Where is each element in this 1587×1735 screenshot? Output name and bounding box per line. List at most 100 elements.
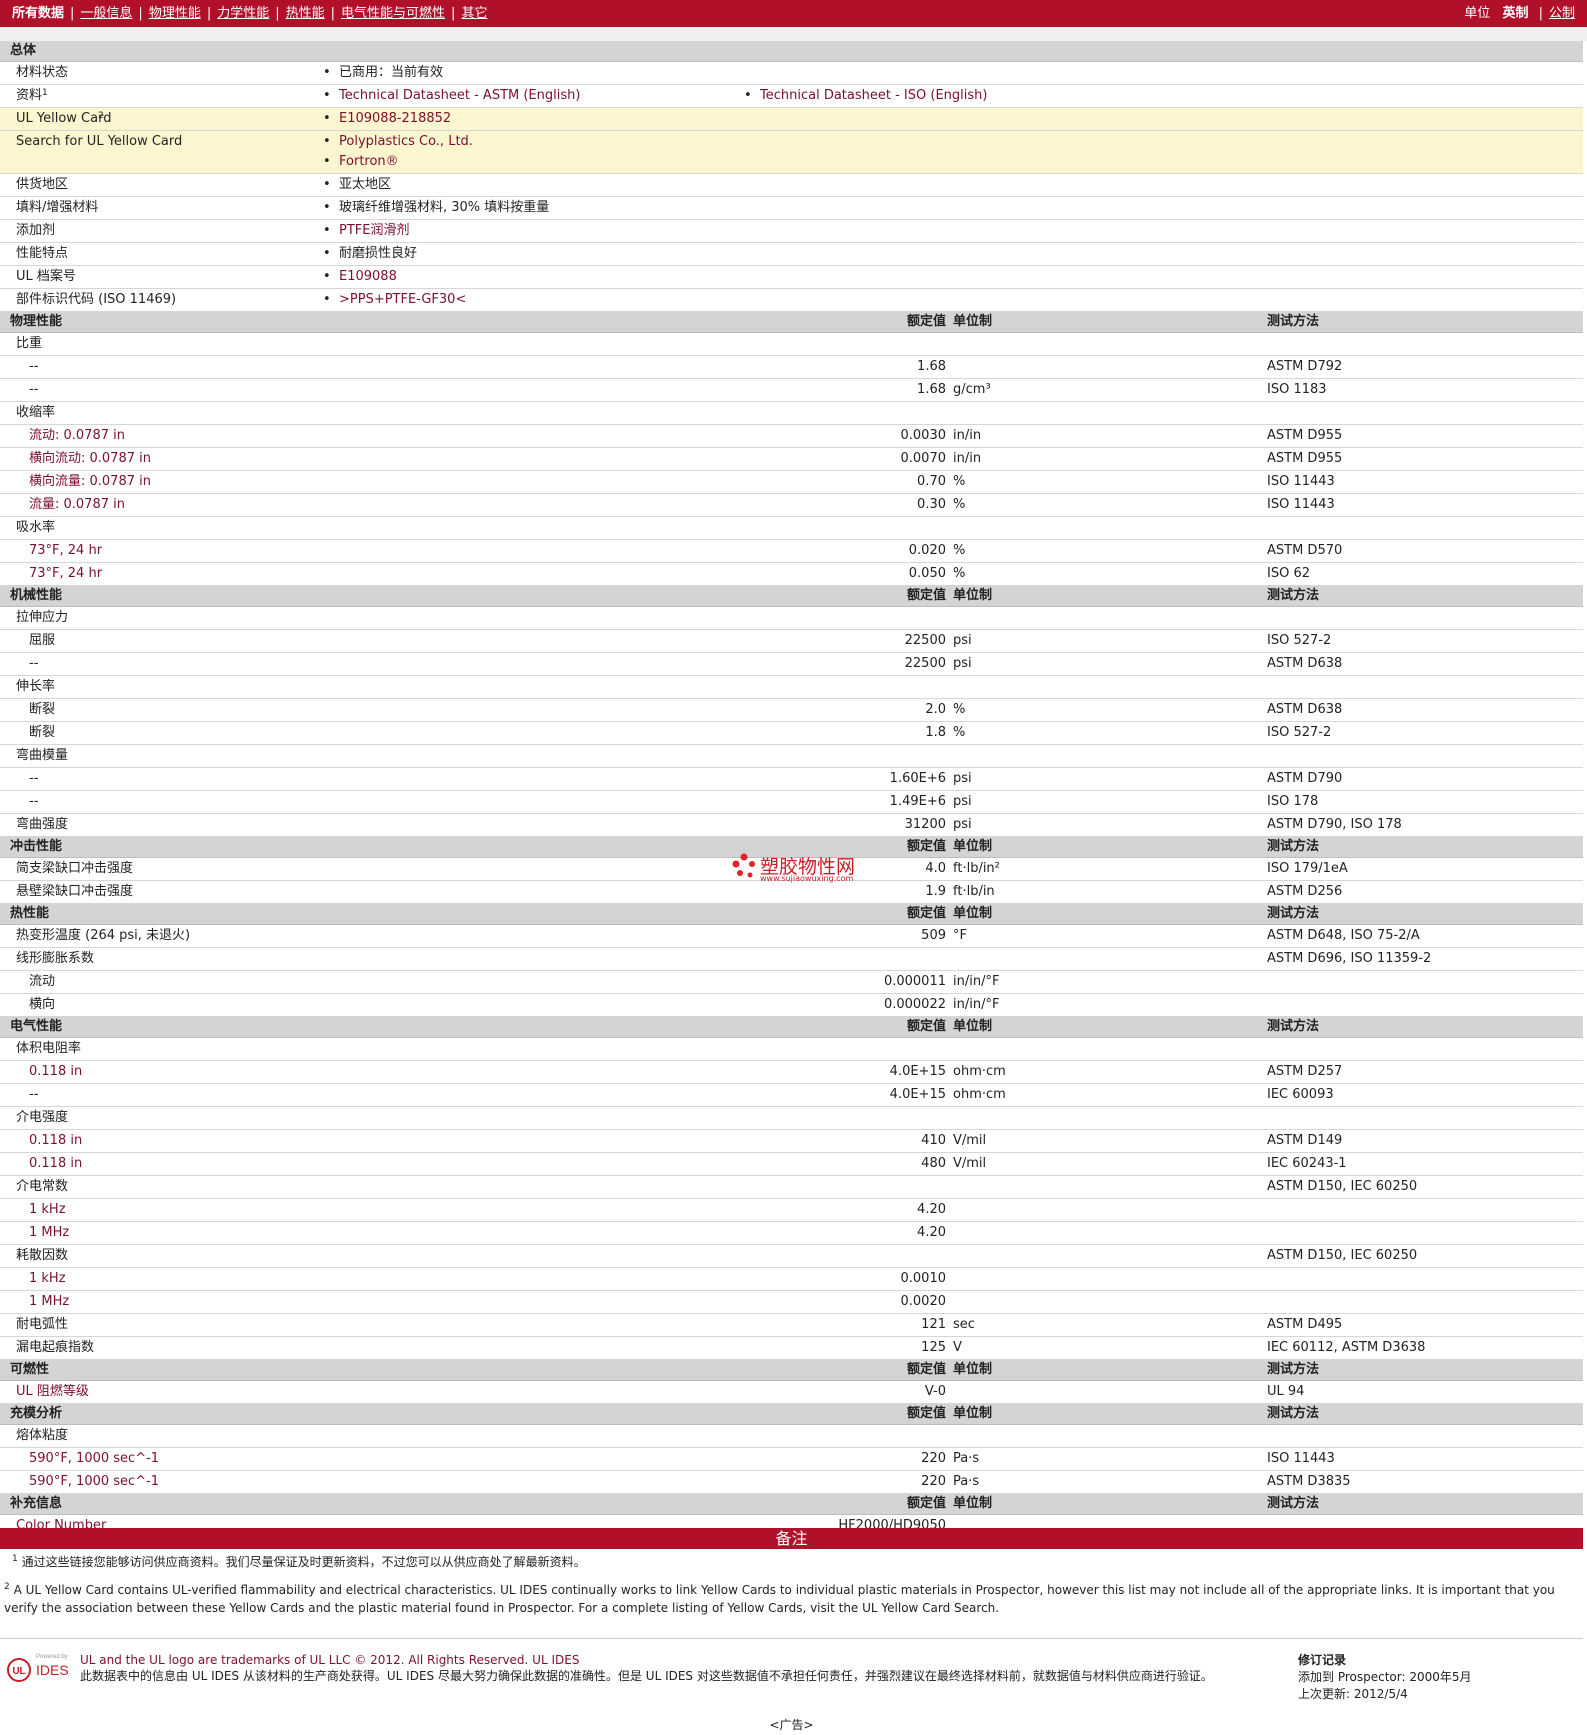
unit-imperial: 英制 [1502,6,1529,21]
property-name: 热变形温度 (264 psi, 未退火) [16,928,191,943]
electrical-row: 耗散因数 ASTM D150, IEC 60250 [0,1245,1583,1268]
thermal-row: 横向 0.000022 in/in/°F [0,994,1583,1017]
property-name: 流量: 0.0787 in [29,497,125,512]
property-unit: in/in/°F [953,974,1000,989]
property-value: 0.30 [917,497,946,512]
test-method: ASTM D149 [1267,1133,1343,1148]
value-item-2[interactable]: Fortron® [323,151,399,173]
value-item[interactable]: >PPS+PTFE-GF30< [323,289,466,311]
header-value: 额定值 [906,839,946,854]
property-value: 0.050 [908,566,946,581]
test-method: ASTM D495 [1267,1317,1343,1332]
test-method: ISO 179/1eA [1267,861,1348,876]
ad-label: <广告> [769,1718,814,1732]
header-unit: 单位制 [953,1019,993,1034]
section-header-general: 总体 [0,41,1583,62]
nav-tab-6[interactable]: 其它 [461,6,487,21]
general-row: 添加剂 PTFE润滑剂 [0,220,1583,243]
property-value: 480 [921,1156,946,1171]
test-method: ISO 527-2 [1267,633,1332,648]
electrical-row: 介电常数 ASTM D150, IEC 60250 [0,1176,1583,1199]
revision-added: 添加到 Prospector: 2000年5月 [1298,1670,1472,1684]
value-item-2[interactable]: Technical Datasheet - ISO (English) [744,85,988,107]
electrical-row: 0.118 in 480 V/mil IEC 60243-1 [0,1153,1583,1176]
nav-tab-4[interactable]: 热性能 [286,6,325,21]
unit-metric-link[interactable]: 公制 [1549,6,1575,21]
property-name: 性能特点 [16,246,69,261]
thermal-row: 热变形温度 (264 psi, 未退火) 509 °F ASTM D648, ISO … [0,925,1583,948]
section-title: 电气性能 [10,1019,63,1034]
property-unit: V [953,1340,962,1355]
property-value: 22500 [904,656,946,671]
property-value: 1.68 [917,382,946,397]
header-value: 额定值 [906,588,946,603]
section-header-electrical: 电气性能 额定值 单位制 测试方法 [0,1017,1583,1038]
property-unit: g/cm³ [953,382,991,397]
property-name: -- [29,656,39,671]
property-value: 0.0020 [900,1294,947,1309]
test-method: ASTM D150, IEC 60250 [1267,1248,1418,1263]
property-name: -- [29,382,39,397]
mechanical-row: -- 1.49E+6 psi ISO 178 [0,791,1583,814]
property-unit: % [953,566,966,581]
property-unit: psi [953,633,972,648]
nav-tab-3[interactable]: 力学性能 [217,6,269,21]
property-name: 横向流量: 0.0787 in [29,474,151,489]
electrical-row: -- 4.0E+15 ohm·cm IEC 60093 [0,1084,1583,1107]
mechanical-row: 屈服 22500 psi ISO 527-2 [0,630,1583,653]
property-value: 1.49E+6 [889,794,946,809]
property-value: 125 [921,1340,946,1355]
property-name: 弯曲强度 [16,817,69,832]
nav-tab-0[interactable]: 所有数据 [12,6,64,21]
fill-row: 熔体粘度 [0,1425,1583,1448]
property-unit: % [953,474,966,489]
property-name: 比重 [16,336,43,351]
test-method: ISO 11443 [1267,1451,1335,1466]
value-item[interactable]: Technical Datasheet - ASTM (English) [323,85,580,107]
property-name: 0.118 in [29,1133,83,1148]
header-test-method: 测试方法 [1267,1362,1320,1377]
property-name: 耐电弧性 [16,1317,69,1332]
electrical-row: 1 kHz 0.0010 [0,1268,1583,1291]
property-name: 1 kHz [29,1271,66,1286]
general-row: 材料状态 已商用：当前有效 [0,62,1583,85]
property-value: 0.000022 [883,997,946,1012]
property-name: 1 MHz [29,1294,70,1309]
value-item[interactable]: PTFE润滑剂 [323,220,410,242]
property-name: 收缩率 [16,405,56,420]
svg-text:Powered by: Powered by [36,1654,68,1660]
property-value: 0.020 [908,543,946,558]
value-item[interactable]: Polyplastics Co., Ltd. [323,131,473,153]
property-name: 供货地区 [16,177,69,192]
nav-tab-2[interactable]: 物理性能 [149,6,201,21]
physical-row: 吸水率 [0,517,1583,540]
electrical-row: 1 MHz 0.0020 [0,1291,1583,1314]
property-name: 材料状态 [16,65,69,80]
section-title: 总体 [10,43,37,58]
property-value: 1.68 [917,359,946,374]
header-test-method: 测试方法 [1267,1019,1320,1034]
property-value: 220 [921,1474,946,1489]
property-unit: psi [953,771,972,786]
nav-tab-5[interactable]: 电气性能与可燃性 [341,6,445,21]
value-item: 玻璃纤维增强材料, 30% 填料按重量 [323,197,549,219]
footer-divider [0,1638,1583,1639]
property-unit: in/in/°F [953,997,1000,1012]
test-method: ASTM D150, IEC 60250 [1267,1179,1418,1194]
nav-tab-1[interactable]: 一般信息 [80,6,132,21]
value-item[interactable]: E109088 [323,266,397,288]
property-name: 横向流动: 0.0787 in [29,451,151,466]
general-row: 资料1 Technical Datasheet - ASTM (English) T… [0,85,1583,108]
property-table: 总体材料状态 已商用：当前有效资料1 Technical Datasheet - A… [0,41,1583,1538]
watermark-url: www.sujiaowuxing.com [760,874,854,883]
footer-trademark: UL and the UL logo are trademarks of UL … [80,1653,580,1667]
property-name: 填料/增强材料 [16,200,99,215]
property-value: 22500 [904,633,946,648]
mechanical-row: 弯曲强度 31200 psi ASTM D790, ISO 178 [0,814,1583,837]
property-unit: in/in [953,451,982,466]
thermal-row: 线形膨胀系数 ASTM D696, ISO 11359-2 [0,948,1583,971]
physical-row: 比重 [0,333,1583,356]
property-name: 简支梁缺口冲击强度 [16,861,134,876]
general-row: UL 档案号 E109088 [0,266,1583,289]
value-item[interactable]: E109088-218852 [323,108,451,130]
